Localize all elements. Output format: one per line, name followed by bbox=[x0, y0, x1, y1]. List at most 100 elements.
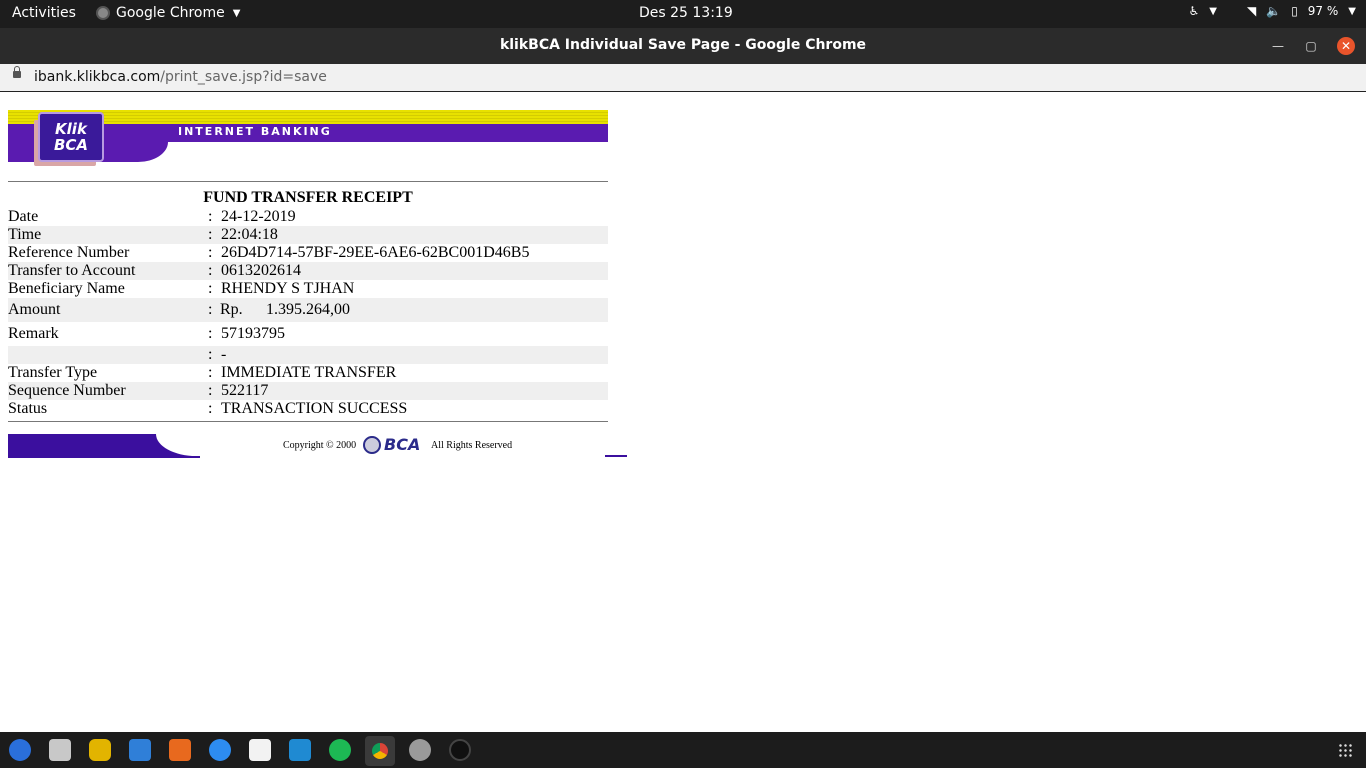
chevron-down-icon: ▼ bbox=[232, 7, 241, 19]
app-menu-label: Google Chrome bbox=[116, 5, 225, 21]
files-icon[interactable] bbox=[49, 739, 71, 761]
row-value: RHENDY S TJHAN bbox=[221, 280, 355, 297]
activities-button[interactable]: Activities bbox=[12, 5, 76, 21]
row-date: Date : 24-12-2019 bbox=[8, 208, 608, 226]
maximize-button[interactable]: ▢ bbox=[1302, 37, 1320, 55]
row-beneficiary-name: Beneficiary Name : RHENDY S TJHAN bbox=[8, 280, 608, 298]
amazon-icon[interactable] bbox=[249, 739, 271, 761]
row-value: - bbox=[221, 346, 227, 363]
window-titlebar: klikBCA Individual Save Page - Google Ch… bbox=[0, 28, 1366, 64]
bca-logo: BCA bbox=[363, 435, 420, 454]
chevron-down-icon[interactable]: ▼ bbox=[1209, 6, 1217, 17]
row-status: Status : TRANSACTION SUCCESS bbox=[8, 400, 608, 418]
receipt-table: Date : 24-12-2019 Time : 22:04:18 Refere… bbox=[8, 208, 608, 418]
amount-value: 1.395.264,00 bbox=[266, 301, 350, 318]
row-separator: : bbox=[208, 364, 213, 381]
row-value: 22:04:18 bbox=[221, 226, 278, 243]
settings-icon[interactable] bbox=[409, 739, 431, 761]
receipt-title: FUND TRANSFER RECEIPT bbox=[203, 189, 413, 206]
app-menu[interactable]: Google Chrome ▼ bbox=[96, 5, 240, 21]
chrome-icon[interactable] bbox=[365, 736, 395, 766]
row-separator: : bbox=[208, 244, 213, 261]
thunderbird-icon[interactable] bbox=[9, 739, 31, 761]
row-label: Transfer Type bbox=[8, 364, 98, 381]
lock-icon[interactable] bbox=[13, 66, 21, 78]
url-host: ibank.klikbca.com bbox=[34, 69, 161, 85]
row-value: 26D4D714-57BF-29EE-6AE6-62BC001D46B5 bbox=[221, 244, 530, 261]
minimize-button[interactable]: — bbox=[1269, 37, 1287, 55]
row-separator: : bbox=[208, 226, 213, 243]
row-separator: : bbox=[208, 262, 213, 279]
taskbar-dock bbox=[0, 732, 1366, 768]
software-icon[interactable] bbox=[169, 739, 191, 761]
page-footer: Copyright © 2000 BCA All Rights Reserved bbox=[8, 432, 628, 460]
row-value: IMMEDIATE TRANSFER bbox=[221, 364, 397, 381]
row-label: Time bbox=[8, 226, 42, 243]
row-label: Amount bbox=[8, 301, 61, 318]
rhythmbox-icon[interactable] bbox=[89, 739, 111, 761]
volume-icon: 🔈 bbox=[1266, 4, 1282, 18]
row-separator: : bbox=[208, 301, 213, 318]
row-label: Beneficiary Name bbox=[8, 280, 125, 297]
logo-line-1: Klik bbox=[55, 120, 87, 138]
address-bar[interactable]: ibank.klikbca.com/print_save.jsp?id=save bbox=[0, 64, 1366, 92]
row-separator: : bbox=[208, 280, 213, 297]
bca-logo-text: BCA bbox=[384, 435, 421, 454]
battery-percent: 97 % bbox=[1307, 4, 1339, 18]
battery-icon: ▯ bbox=[1291, 4, 1298, 18]
row-label: Sequence Number bbox=[8, 382, 126, 399]
klikbca-logo: Klik BCA bbox=[38, 112, 104, 162]
system-tray[interactable]: ♿ ▼ ◥ 🔈 ▯ 97 % ▼ bbox=[1189, 4, 1356, 18]
row-value: TRANSACTION SUCCESS bbox=[221, 400, 408, 417]
row-separator: : bbox=[208, 382, 213, 399]
row-remark-2: : - bbox=[8, 346, 608, 364]
row-label: Date bbox=[8, 208, 39, 225]
row-time: Time : 22:04:18 bbox=[8, 226, 608, 244]
bca-logo-icon bbox=[363, 435, 381, 454]
chrome-logo bbox=[372, 743, 388, 759]
url-text[interactable]: ibank.klikbca.com/print_save.jsp?id=save bbox=[34, 69, 327, 85]
rights-text: All Rights Reserved bbox=[431, 440, 513, 451]
divider bbox=[8, 181, 608, 182]
chevron-down-icon[interactable]: ▼ bbox=[1348, 6, 1356, 17]
row-label: Reference Number bbox=[8, 244, 130, 261]
row-label: Transfer to Account bbox=[8, 262, 136, 279]
wifi-icon: ◥ bbox=[1247, 4, 1257, 18]
accessibility-icon[interactable]: ♿ bbox=[1189, 4, 1200, 18]
klikbca-banner: INTERNET BANKING Klik BCA bbox=[8, 110, 608, 172]
row-value: 24-12-2019 bbox=[221, 208, 296, 225]
help-icon[interactable] bbox=[209, 739, 231, 761]
chrome-icon bbox=[96, 6, 110, 20]
row-value: 0613202614 bbox=[221, 262, 301, 279]
url-path: /print_save.jsp?id=save bbox=[160, 69, 327, 85]
spotify-icon[interactable] bbox=[329, 739, 351, 761]
copyright-text: Copyright © 2000 bbox=[283, 440, 357, 451]
row-label: Status bbox=[8, 400, 48, 417]
row-separator: : bbox=[208, 400, 213, 417]
libreoffice-writer-icon[interactable] bbox=[129, 739, 151, 761]
system-top-bar: Activities Google Chrome ▼ Des 25 13:19 … bbox=[0, 0, 1366, 28]
row-separator: : bbox=[208, 208, 213, 225]
row-value: 522117 bbox=[221, 382, 269, 399]
page-content: INTERNET BANKING Klik BCA FUND TRANSFER … bbox=[0, 92, 1366, 732]
app-icon[interactable] bbox=[449, 739, 471, 761]
row-transfer-type: Transfer Type : IMMEDIATE TRANSFER bbox=[8, 364, 608, 382]
row-amount: Amount : Rp. 1.395.264,00 bbox=[8, 298, 608, 322]
row-reference-number: Reference Number : 26D4D714-57BF-29EE-6A… bbox=[8, 244, 608, 262]
row-transfer-to-account: Transfer to Account : 0613202614 bbox=[8, 262, 608, 280]
vscode-icon[interactable] bbox=[289, 739, 311, 761]
show-applications-icon[interactable] bbox=[1338, 743, 1352, 757]
row-sequence-number: Sequence Number : 522117 bbox=[8, 382, 608, 400]
close-button[interactable]: ✕ bbox=[1337, 37, 1355, 55]
row-separator: : bbox=[208, 346, 213, 363]
row-label: Remark bbox=[8, 325, 59, 342]
window-title: klikBCA Individual Save Page - Google Ch… bbox=[499, 37, 867, 53]
banner-heading: INTERNET BANKING bbox=[178, 125, 332, 138]
divider bbox=[8, 421, 608, 422]
footer-line bbox=[605, 455, 627, 457]
row-value: 57193795 bbox=[221, 325, 285, 342]
row-separator: : bbox=[208, 325, 213, 342]
clock[interactable]: Des 25 13:19 bbox=[639, 5, 733, 21]
currency-label: Rp. bbox=[220, 301, 243, 318]
logo-line-2: BCA bbox=[53, 136, 89, 154]
